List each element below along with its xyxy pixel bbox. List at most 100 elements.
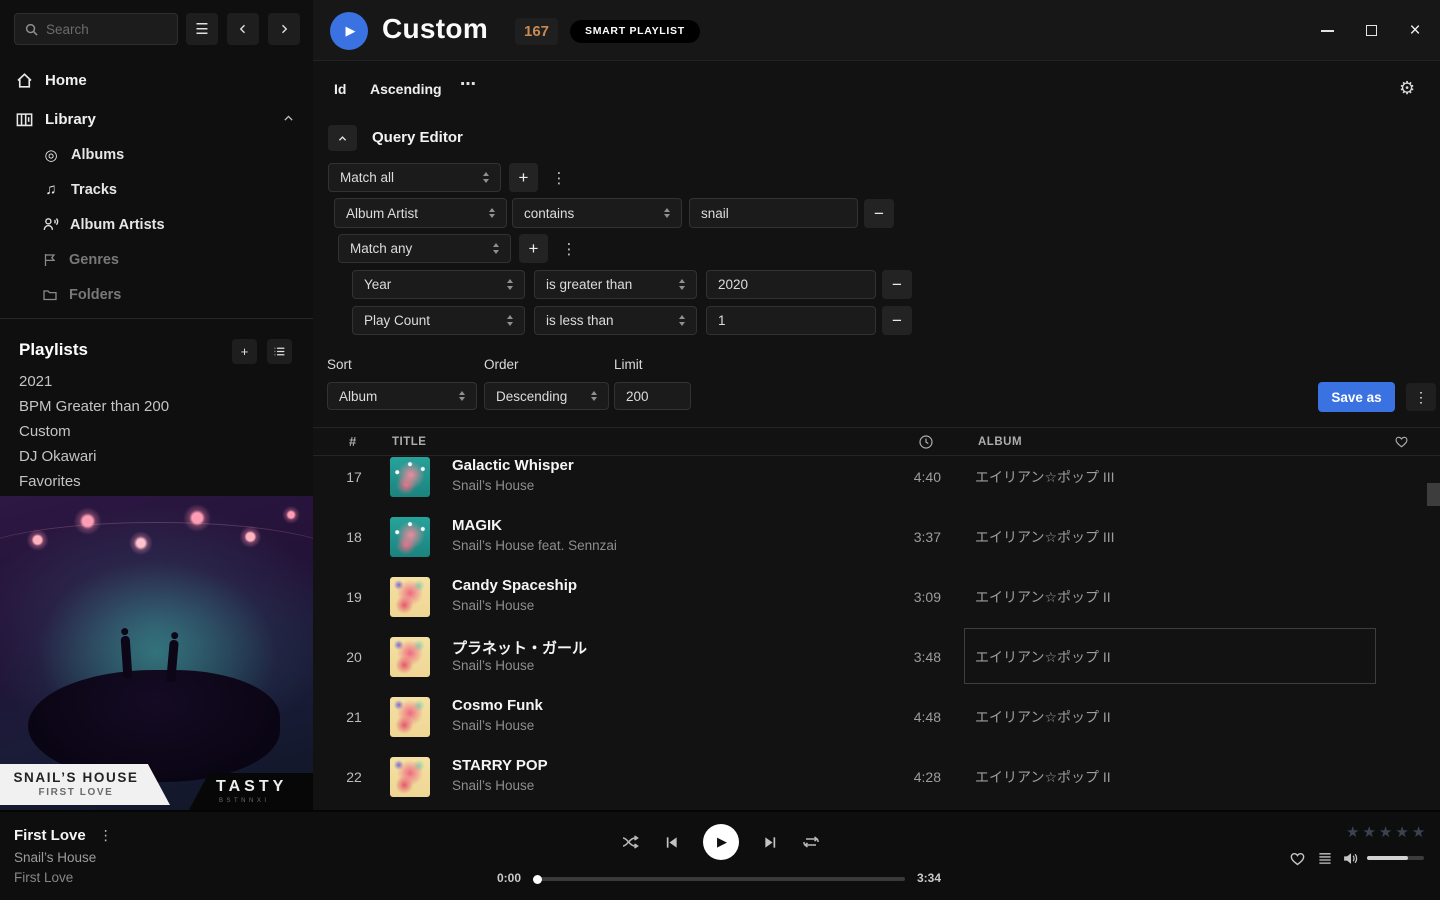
queue-icon[interactable] [1317,851,1333,866]
star-icon[interactable]: ★ [1346,823,1359,841]
playlist-item[interactable]: 2021 [19,369,52,394]
playlist-item[interactable]: Custom [19,419,71,444]
select-value: Album [339,389,377,404]
artwork-figure [121,636,133,679]
save-as-button[interactable]: Save as [1318,382,1395,412]
query-menu-button[interactable]: ⋮ [1406,383,1436,411]
query-editor-collapse-button[interactable] [328,125,357,151]
remove-rule1-button[interactable]: − [864,199,894,228]
track-row[interactable]: 17 Galactic Whisper Snail’s House 4:40 エ… [313,447,1440,507]
rule1-field-select[interactable]: Album Artist [334,198,507,228]
rule2-operator-select[interactable]: is greater than [534,270,697,299]
select-value: is greater than [546,277,632,292]
sidebar-item-genres[interactable]: Genres [42,242,119,277]
track-row[interactable]: 18 MAGIK Snail’s House feat. Sennzai 3:3… [313,507,1440,567]
back-button[interactable] [227,13,259,45]
star-icon[interactable]: ★ [1362,823,1375,841]
duration-column-clock-icon[interactable] [918,434,934,450]
play-pause-button[interactable]: ▶ [703,824,739,860]
star-icon[interactable]: ★ [1412,823,1425,841]
sidebar-item-album-artists[interactable]: Album Artists [42,207,165,242]
close-button[interactable]: × [1407,23,1423,39]
playlist-item[interactable]: BPM Greater than 200 [19,394,169,419]
select-arrows-icon [507,315,513,326]
minimize-button[interactable] [1319,23,1335,39]
add-rule-button-1[interactable]: + [509,163,538,192]
sidebar-item-albums[interactable]: ◎ Albums [42,137,124,172]
playlist-item[interactable]: Favorites [19,469,81,494]
favorite-column-heart-icon[interactable] [1394,434,1409,449]
hamburger-icon: ☰ [195,20,208,38]
track-art [390,517,430,557]
seek-bar[interactable] [535,877,905,881]
remove-rule2-button[interactable]: − [882,270,912,299]
track-row[interactable]: 21 Cosmo Funk Snail’s House 4:48 エイリアン☆ポ… [313,687,1440,747]
group-menu-button-2[interactable]: ⋮ [559,240,579,258]
match-type-select-2[interactable]: Match any [338,234,511,263]
track-row[interactable]: 19 Candy Spaceship Snail’s House 3:09 エイ… [313,567,1440,627]
scrollbar-thumb[interactable] [1427,483,1440,506]
rule1-value-input[interactable] [689,198,858,228]
track-artist: Snail’s House [452,658,534,673]
menu-button[interactable]: ☰ [186,13,218,45]
sort-select[interactable]: Album [327,382,477,410]
play-playlist-button[interactable]: ▶ [330,12,368,50]
seek-handle[interactable] [533,875,542,884]
search-input[interactable] [46,22,156,37]
maximize-button[interactable] [1363,23,1379,39]
now-playing-album[interactable]: First Love [14,870,73,885]
rule3-field-select[interactable]: Play Count [352,306,525,335]
track-index: 21 [333,709,375,725]
track-row[interactable]: 22 STARRY POP Snail’s House 4:28 エイリアン☆ポ… [313,747,1440,807]
add-rule-button-2[interactable]: + [519,234,548,263]
track-title: MAGIK [452,517,502,534]
playlist-item[interactable]: DJ Okawari [19,444,97,469]
order-select[interactable]: Descending [484,382,609,410]
track-album: エイリアン☆ポップ II [975,767,1111,787]
rule2-value-input[interactable] [706,270,876,299]
artwork-artist: SNAIL’S HOUSE [0,770,152,785]
rule3-operator-select[interactable]: is less than [534,306,697,335]
sidebar-item-tracks[interactable]: ♫ Tracks [42,172,117,207]
volume-slider[interactable] [1367,856,1424,860]
plus-icon: + [241,344,249,359]
column-index[interactable]: # [349,434,357,449]
star-icon[interactable]: ★ [1379,823,1392,841]
rule3-value-input[interactable] [706,306,876,335]
sidebar-item-home[interactable]: Home [0,61,313,99]
sort-field-button[interactable]: Id [334,81,346,97]
match-type-select-1[interactable]: Match all [328,163,501,192]
rule1-operator-select[interactable]: contains [512,198,682,228]
track-row[interactable]: 20 プラネット・ガール Snail’s House 3:48 エイリアン☆ポッ… [313,627,1440,687]
repeat-button[interactable] [802,834,820,850]
next-button[interactable] [763,835,778,850]
more-options-button[interactable]: ⋯ [460,74,476,94]
forward-button[interactable] [268,13,300,45]
favorite-heart-icon[interactable] [1289,850,1306,867]
star-icon[interactable]: ★ [1395,823,1408,841]
now-playing-artwork[interactable]: SNAIL’S HOUSE FIRST LOVE TASTY BSTNNXI [0,496,313,810]
rule2-field-select[interactable]: Year [352,270,525,299]
rating-stars[interactable]: ★ ★ ★ ★ ★ [1346,823,1425,841]
select-value: Match any [350,241,412,256]
group-menu-button-1[interactable]: ⋮ [549,169,569,187]
previous-icon [664,835,679,850]
track-index: 18 [333,529,375,545]
chevron-up-icon[interactable] [282,112,295,125]
sidebar-item-folders[interactable]: Folders [42,277,121,312]
add-playlist-button[interactable]: + [232,339,257,364]
playlist-list-button[interactable] [267,339,292,364]
transport-controls: ▶ [0,824,1440,860]
remove-rule3-button[interactable]: − [882,306,912,335]
volume-icon[interactable] [1342,850,1359,867]
next-icon [763,835,778,850]
sort-direction-button[interactable]: Ascending [370,81,442,97]
column-title[interactable]: TITLE [392,436,426,448]
sidebar-item-library[interactable]: Library [0,100,313,138]
limit-input[interactable] [614,382,691,410]
shuffle-button[interactable] [621,834,640,850]
gear-icon[interactable]: ⚙ [1399,78,1415,99]
column-album[interactable]: ALBUM [978,436,1022,448]
plus-icon: + [519,168,529,188]
previous-button[interactable] [664,835,679,850]
